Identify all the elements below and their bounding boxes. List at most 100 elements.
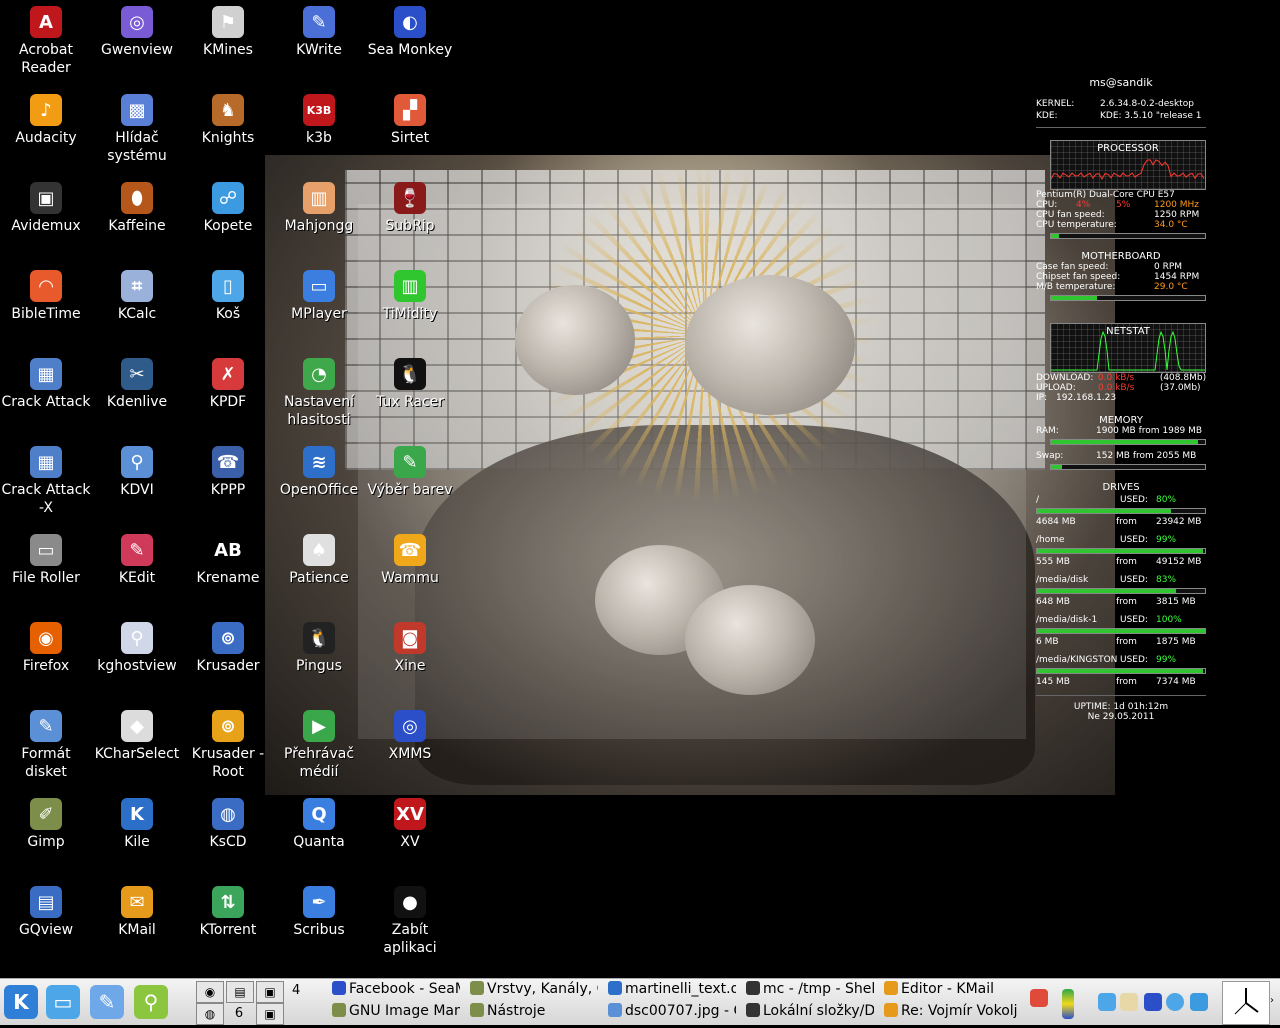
desktop-icon[interactable]: ✐ Gimp: [1, 792, 91, 851]
drive-size-row: 145 MB from 7374 MB: [1036, 677, 1206, 687]
desktop-icon[interactable]: ⚲ kghostview: [92, 616, 182, 675]
desktop-icon-label: Patience: [289, 570, 349, 586]
pager-desktop-6[interactable]: 6: [226, 1003, 252, 1023]
task-app-icon: [746, 981, 760, 995]
desktop-icon[interactable]: A Acrobat Reader: [1, 0, 91, 77]
desktop-icon[interactable]: ▭ File Roller: [1, 528, 91, 587]
desktop-icon[interactable]: ▥ Mahjongg: [274, 176, 364, 235]
kde-menu-icon[interactable]: K: [4, 985, 38, 1019]
desktop-icon[interactable]: ✗ KPDF: [183, 352, 273, 411]
desktop-icon[interactable]: ▞ Sirtet: [365, 88, 455, 147]
desktop-icon[interactable]: ⇅ KTorrent: [183, 880, 273, 939]
desktop-icon[interactable]: ▦ Crack Attack: [1, 352, 91, 411]
hostname: ms@sandik: [1089, 76, 1153, 89]
desktop-icon[interactable]: Q Quanta: [274, 792, 364, 851]
desktop-icon[interactable]: ☎ KPPP: [183, 440, 273, 499]
color-picker-icon: ✎: [394, 446, 426, 478]
desktop-icon[interactable]: ♞ Knights: [183, 88, 273, 147]
taskbar-task-button[interactable]: dsc00707.jpg - G: [608, 1001, 736, 1022]
desktop-icon[interactable]: ◠ BibleTime: [1, 264, 91, 323]
desktop-icon[interactable]: ⌗ KCalc: [92, 264, 182, 323]
desktop-icon[interactable]: ▥ TiMidity: [365, 264, 455, 323]
desktop-icon[interactable]: ▦ Crack Attack -X: [1, 440, 91, 517]
show-desktop-icon[interactable]: ▭: [46, 985, 80, 1019]
desktop-icon[interactable]: ≋ OpenOffice: [274, 440, 364, 499]
desktop-icon[interactable]: ⊚ Krusader: [183, 616, 273, 675]
analog-clock[interactable]: [1222, 981, 1270, 1025]
desktop-icon[interactable]: ✒ Scribus: [274, 880, 364, 939]
taskbar-hide-arrow-icon[interactable]: ›: [1270, 995, 1274, 1006]
battery-icon[interactable]: [1144, 993, 1162, 1011]
taskbar-task-button[interactable]: Editor - KMail: [884, 979, 1018, 1000]
desktop-icon[interactable]: ⊚ Krusader - Root: [183, 704, 273, 781]
desktop-icon[interactable]: ▣ Avidemux: [1, 176, 91, 235]
pager-label-4[interactable]: 4: [292, 983, 300, 998]
klipper-icon[interactable]: [1120, 993, 1138, 1011]
desktop-icon[interactable]: ⚲ KDVI: [92, 440, 182, 499]
desktop-icon[interactable]: K3B k3b: [274, 88, 364, 147]
power-icon[interactable]: [1030, 989, 1048, 1007]
desktop-icon[interactable]: 🍷 SubRip: [365, 176, 455, 235]
desktop-icon[interactable]: ◎ XMMS: [365, 704, 455, 763]
taskbar-task-button[interactable]: Re: Vojmír Vokolj: [884, 1001, 1018, 1022]
drive-used-value: 100%: [1156, 615, 1182, 625]
desktop-icon[interactable]: ♠ Patience: [274, 528, 364, 587]
desktop-icon[interactable]: ◎ Gwenview: [92, 0, 182, 59]
desktop-icon[interactable]: ✎ KEdit: [92, 528, 182, 587]
taskbar-task-button[interactable]: Lokální složky/Do: [746, 1001, 874, 1022]
drive-from-label: from: [1116, 637, 1137, 647]
desktop-icon[interactable]: ▤ GQview: [1, 880, 91, 939]
desktop-icon[interactable]: ☍ Kopete: [183, 176, 273, 235]
pager-desktop-5[interactable]: ◍: [196, 1003, 224, 1025]
tools-launcher-icon[interactable]: ⚲: [134, 985, 168, 1019]
desktop-icon[interactable]: ☎ Wammu: [365, 528, 455, 587]
desktop-icon[interactable]: ◍ KsCD: [183, 792, 273, 851]
desktop-icon[interactable]: ▶ Přehrávač médií: [274, 704, 364, 781]
drive-row: /media/disk USED: 83%: [1036, 575, 1206, 585]
taskbar-task-button[interactable]: martinelli_text.od: [608, 979, 736, 1000]
flag-icon[interactable]: [1062, 989, 1074, 1019]
desktop-icon[interactable]: ▩ Hlídač systému: [92, 88, 182, 165]
desktop-icon[interactable]: AB Krename: [183, 528, 273, 587]
desktop-icon[interactable]: ✎ Výběr barev: [365, 440, 455, 499]
taskbar-task-button[interactable]: Vrstvy, Kanály, C: [470, 979, 598, 1000]
taskbar-task-button[interactable]: Nástroje: [470, 1001, 598, 1022]
desktop-icon[interactable]: 🐧 Tux Racer: [365, 352, 455, 411]
pager-desktop-7[interactable]: ▣: [256, 1003, 284, 1025]
desktop-icon[interactable]: K Kile: [92, 792, 182, 851]
knights-icon: ♞: [212, 94, 244, 126]
pingus-icon: 🐧: [303, 622, 335, 654]
kopete-tray-icon[interactable]: [1190, 993, 1208, 1011]
network-icon[interactable]: [1166, 993, 1184, 1011]
mb-temp-label: M/B temperature:: [1036, 282, 1116, 292]
pager-desktop-3[interactable]: ▣: [256, 981, 284, 1003]
pager-desktop-2[interactable]: ▤: [226, 981, 254, 1003]
desktop-icon[interactable]: ◆ KCharSelect: [92, 704, 182, 763]
desktop-icon[interactable]: ♪ Audacity: [1, 88, 91, 147]
desktop-icon[interactable]: ▯ Koš: [183, 264, 273, 323]
drive-mount: /home: [1036, 535, 1065, 545]
desktop-icon[interactable]: ⬮ Kaffeine: [92, 176, 182, 235]
desktop-icon[interactable]: ✉ KMail: [92, 880, 182, 939]
volume-icon[interactable]: [1098, 993, 1116, 1011]
taskbar-task-button[interactable]: GNU Image Man: [332, 1001, 460, 1022]
desktop-icon[interactable]: ✂ Kdenlive: [92, 352, 182, 411]
desktop-icon[interactable]: ◔ Nastavení hlasitosti: [274, 352, 364, 429]
desktop-icon[interactable]: ⚑ KMines: [183, 0, 273, 59]
desktop-icon[interactable]: ▭ MPlayer: [274, 264, 364, 323]
seamonkey-icon: ◐: [394, 6, 426, 38]
desktop-icon[interactable]: ● Zabít aplikaci: [365, 880, 455, 957]
drive-used-value: 99%: [1156, 655, 1177, 665]
desktop-icon[interactable]: 🐧 Pingus: [274, 616, 364, 675]
desktop-icon[interactable]: XV XV: [365, 792, 455, 851]
desktop-icon[interactable]: ✎ Formát disket: [1, 704, 91, 781]
desktop-icon[interactable]: ✎ KWrite: [274, 0, 364, 59]
kghostview-icon: ⚲: [121, 622, 153, 654]
desktop-icon[interactable]: ◐ Sea Monkey: [365, 0, 455, 59]
taskbar-task-button[interactable]: Facebook - SeaM: [332, 979, 460, 1000]
pager-desktop-1[interactable]: ◉: [196, 981, 224, 1003]
taskbar-task-button[interactable]: mc - /tmp - Shell: [746, 979, 874, 1000]
desktop-icon[interactable]: ◉ Firefox: [1, 616, 91, 675]
kwrite-launcher-icon[interactable]: ✎: [90, 985, 124, 1019]
desktop-icon[interactable]: ◙ Xine: [365, 616, 455, 675]
